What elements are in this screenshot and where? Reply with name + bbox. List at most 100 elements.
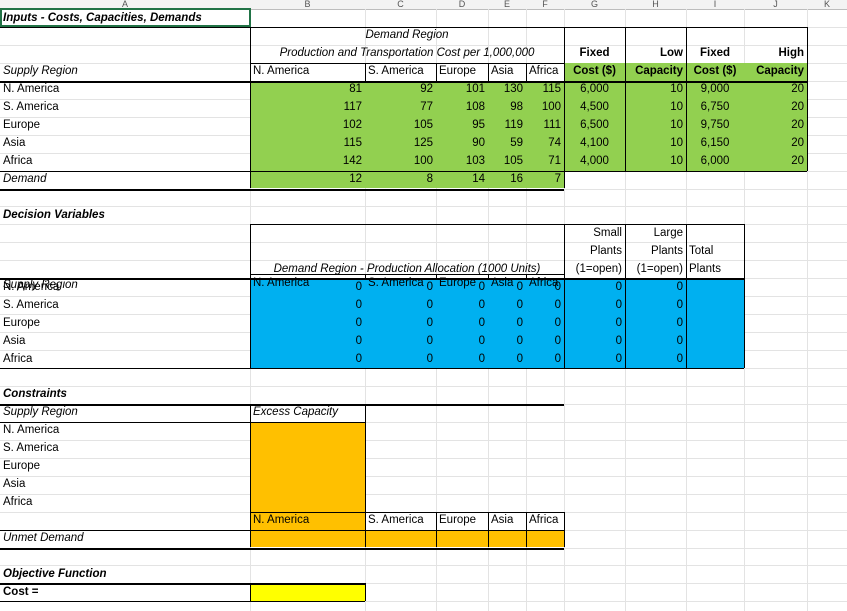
- cost-cell[interactable]: 142: [253, 153, 362, 170]
- cost-cell[interactable]: 90: [439, 135, 485, 152]
- allocation-cell[interactable]: 0: [529, 279, 561, 296]
- low-capacity-cell[interactable]: 10: [628, 99, 683, 116]
- allocation-cell[interactable]: 0: [253, 315, 362, 332]
- allocation-cell[interactable]: 0: [253, 297, 362, 314]
- allocation-cell[interactable]: 0: [491, 315, 523, 332]
- cost-cell[interactable]: 108: [439, 99, 485, 116]
- column-header-K[interactable]: K: [807, 0, 847, 10]
- large-plant-cell[interactable]: 0: [628, 315, 683, 332]
- demand-cell[interactable]: 7: [529, 171, 561, 188]
- column-header-H[interactable]: H: [625, 0, 687, 10]
- allocation-cell[interactable]: 0: [253, 279, 362, 296]
- spreadsheet-grid[interactable]: ABCDEFGHIJK Inputs - Costs, Capacities, …: [0, 0, 847, 611]
- demand-cell[interactable]: 14: [439, 171, 485, 188]
- column-header-C[interactable]: C: [365, 0, 437, 10]
- allocation-cell[interactable]: 0: [529, 297, 561, 314]
- small-plant-cell[interactable]: 0: [567, 315, 622, 332]
- high-capacity-cell[interactable]: 20: [747, 99, 804, 116]
- low-capacity-cell[interactable]: 10: [628, 153, 683, 170]
- cost-cell[interactable]: 105: [491, 153, 523, 170]
- cost-cell[interactable]: 95: [439, 117, 485, 134]
- small-plant-cell[interactable]: 0: [567, 333, 622, 350]
- allocation-cell[interactable]: 0: [368, 333, 433, 350]
- cost-cell[interactable]: 117: [253, 99, 362, 116]
- allocation-cell[interactable]: 0: [439, 351, 485, 368]
- fixed-cost-low-cell[interactable]: 4,000: [567, 153, 622, 170]
- cost-cell[interactable]: 92: [368, 81, 433, 98]
- cost-cell[interactable]: 59: [491, 135, 523, 152]
- allocation-cell[interactable]: 0: [529, 351, 561, 368]
- cost-cell[interactable]: 101: [439, 81, 485, 98]
- fixed-cost-low-cell[interactable]: 6,500: [567, 117, 622, 134]
- cost-output-cell[interactable]: [250, 583, 365, 602]
- large-plant-cell[interactable]: 0: [628, 297, 683, 314]
- fixed-cost-high-cell[interactable]: 6,150: [689, 135, 741, 152]
- fixed-cost-low-cell[interactable]: 6,000: [567, 81, 622, 98]
- allocation-cell[interactable]: 0: [368, 297, 433, 314]
- cost-cell[interactable]: 77: [368, 99, 433, 116]
- allocation-cell[interactable]: 0: [439, 333, 485, 350]
- allocation-cell[interactable]: 0: [529, 315, 561, 332]
- allocation-cell[interactable]: 0: [253, 333, 362, 350]
- fixed-cost-high-cell[interactable]: 9,750: [689, 117, 741, 134]
- demand-cell[interactable]: 16: [491, 171, 523, 188]
- demand-bottom-2: [0, 189, 564, 191]
- allocation-cell[interactable]: 0: [439, 297, 485, 314]
- cost-cell[interactable]: 71: [529, 153, 561, 170]
- cost-cell[interactable]: 115: [253, 135, 362, 152]
- allocation-cell[interactable]: 0: [368, 351, 433, 368]
- allocation-cell[interactable]: 0: [529, 333, 561, 350]
- column-header-F[interactable]: F: [526, 0, 565, 10]
- cost-cell[interactable]: 105: [368, 117, 433, 134]
- high-capacity-cell[interactable]: 20: [747, 135, 804, 152]
- column-header-D[interactable]: D: [436, 0, 489, 10]
- cost-cell[interactable]: 111: [529, 117, 561, 134]
- selected-cell-A1[interactable]: [0, 8, 251, 27]
- cost-cell[interactable]: 74: [529, 135, 561, 152]
- allocation-cell[interactable]: 0: [368, 315, 433, 332]
- cost-cell[interactable]: 119: [491, 117, 523, 134]
- fixed-cost-low-cell[interactable]: 4,100: [567, 135, 622, 152]
- column-header-E[interactable]: E: [488, 0, 527, 10]
- small-plant-cell[interactable]: 0: [567, 297, 622, 314]
- demand-cell[interactable]: 12: [253, 171, 362, 188]
- cost-cell[interactable]: 100: [529, 99, 561, 116]
- cost-cell[interactable]: 81: [253, 81, 362, 98]
- allocation-cell[interactable]: 0: [439, 279, 485, 296]
- large-plant-cell[interactable]: 0: [628, 351, 683, 368]
- high-capacity-cell[interactable]: 20: [747, 117, 804, 134]
- fixed-cost-high-cell[interactable]: 6,750: [689, 99, 741, 116]
- column-header-B[interactable]: B: [250, 0, 366, 10]
- allocation-cell[interactable]: 0: [491, 351, 523, 368]
- cost-cell[interactable]: 130: [491, 81, 523, 98]
- allocation-cell[interactable]: 0: [491, 333, 523, 350]
- small-plant-cell[interactable]: 0: [567, 279, 622, 296]
- unmet-demand-range[interactable]: [250, 529, 564, 548]
- allocation-cell[interactable]: 0: [368, 279, 433, 296]
- column-header-J[interactable]: J: [744, 0, 808, 10]
- demand-cell[interactable]: 8: [368, 171, 433, 188]
- cost-cell[interactable]: 115: [529, 81, 561, 98]
- cost-cell[interactable]: 100: [368, 153, 433, 170]
- fixed-cost-high-cell[interactable]: 9,000: [689, 81, 741, 98]
- allocation-cell[interactable]: 0: [491, 279, 523, 296]
- cost-cell[interactable]: 102: [253, 117, 362, 134]
- allocation-cell[interactable]: 0: [253, 351, 362, 368]
- column-header-I[interactable]: I: [686, 0, 745, 10]
- low-capacity-cell[interactable]: 10: [628, 135, 683, 152]
- high-capacity-cell[interactable]: 20: [747, 153, 804, 170]
- cost-cell[interactable]: 125: [368, 135, 433, 152]
- cost-cell[interactable]: 103: [439, 153, 485, 170]
- allocation-cell[interactable]: 0: [439, 315, 485, 332]
- small-plant-cell[interactable]: 0: [567, 351, 622, 368]
- high-capacity-cell[interactable]: 20: [747, 81, 804, 98]
- large-plant-cell[interactable]: 0: [628, 333, 683, 350]
- cost-cell[interactable]: 98: [491, 99, 523, 116]
- fixed-cost-high-cell[interactable]: 6,000: [689, 153, 741, 170]
- allocation-cell[interactable]: 0: [491, 297, 523, 314]
- low-capacity-cell[interactable]: 10: [628, 81, 683, 98]
- large-plant-cell[interactable]: 0: [628, 279, 683, 296]
- low-capacity-cell[interactable]: 10: [628, 117, 683, 134]
- fixed-cost-low-cell[interactable]: 4,500: [567, 99, 622, 116]
- column-header-G[interactable]: G: [564, 0, 626, 10]
